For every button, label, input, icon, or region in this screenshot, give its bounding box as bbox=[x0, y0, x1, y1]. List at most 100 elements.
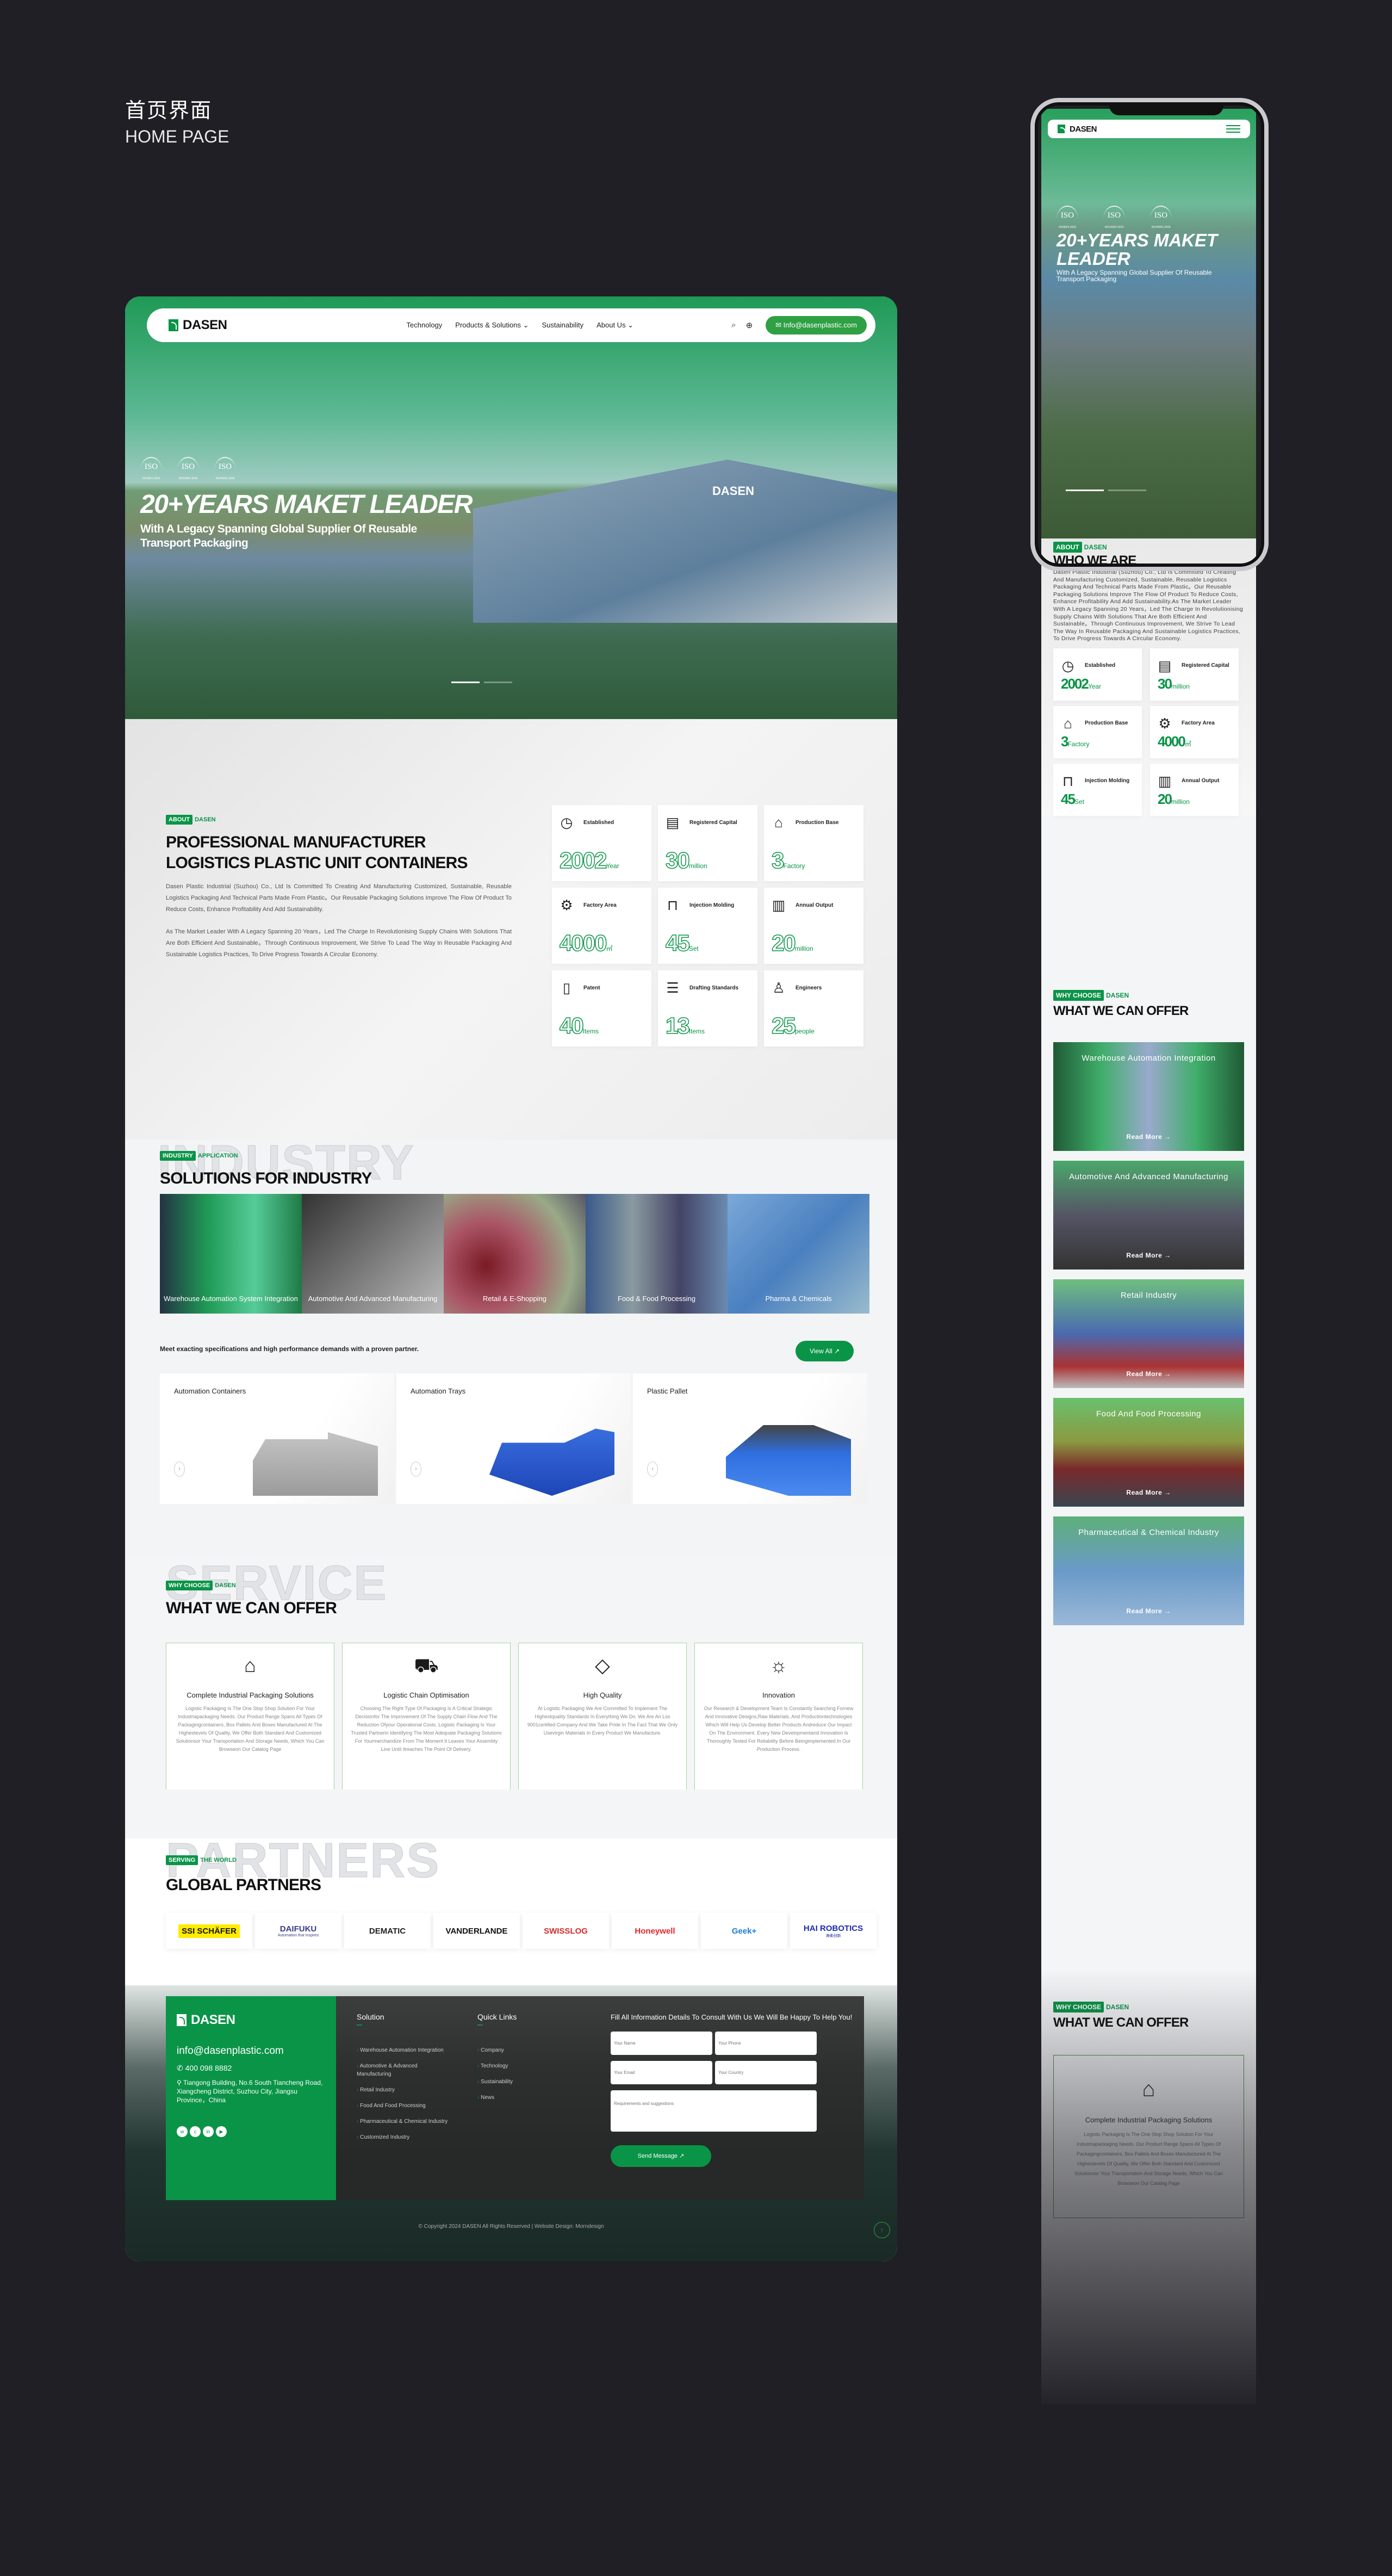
linkedin-icon[interactable]: in bbox=[203, 2126, 214, 2137]
industry-card[interactable]: Automotive And Advanced Manufacturing Rea… bbox=[1053, 1161, 1244, 1270]
footer-link[interactable]: Company bbox=[477, 2046, 570, 2054]
slider-dot[interactable] bbox=[484, 682, 512, 683]
industry-panel[interactable]: Warehouse Automation System Integration bbox=[160, 1194, 302, 1314]
stats-grid: ◷ Established 2002Year ▤ Registered Capital 3… bbox=[552, 805, 863, 1046]
nav-products[interactable]: Products & Solutions ⌄ bbox=[455, 321, 529, 330]
footer-link[interactable]: Sustainability bbox=[477, 2078, 570, 2086]
hero-title: 20+YEARS MAKET LEADER bbox=[140, 490, 473, 519]
chevron-right-icon[interactable]: › bbox=[647, 1462, 658, 1477]
email-label: Info@dasenplastic.com bbox=[783, 321, 857, 329]
industry-panel[interactable]: Retail & E-Shopping bbox=[444, 1194, 586, 1314]
footer-link[interactable]: Customized Industry bbox=[357, 2133, 449, 2141]
footer-link[interactable]: Retail Industry bbox=[357, 2086, 449, 2094]
industry-panel[interactable]: Pharma & Chemicals bbox=[728, 1194, 869, 1314]
tag-secondary: APPLICATION bbox=[197, 1153, 238, 1159]
about-title-2: LOGISTICS PLASTIC UNIT CONTAINERS bbox=[166, 854, 468, 872]
search-icon[interactable]: ⌕ bbox=[731, 320, 736, 330]
product-card[interactable]: Automation Containers › bbox=[160, 1373, 394, 1504]
card-text: Logistic Packaging Is The One Stop Shop … bbox=[176, 1706, 325, 1752]
footer-email[interactable]: info@dasenplastic.com bbox=[177, 2045, 325, 2057]
industry-card[interactable]: Food And Food Processing Read More → bbox=[1053, 1398, 1244, 1507]
footer-logo[interactable]: DASEN bbox=[177, 2013, 325, 2028]
footer: DASEN info@dasenplastic.com ✆ 400 098 88… bbox=[125, 1985, 897, 2262]
offer-card[interactable]: ◇ High Quality At Logistic Packaging We Ar… bbox=[518, 1643, 687, 1789]
industry-panel[interactable]: Food & Food Processing bbox=[586, 1194, 728, 1314]
social-links: w c in ▶ bbox=[177, 2126, 325, 2137]
wechat-icon[interactable]: c bbox=[190, 2126, 201, 2137]
partners-section: PARTNERS SERVING THE WORLD GLOBAL PARTNER… bbox=[125, 1834, 897, 1985]
about-text: Dasen Plastic Industrial (Suzhou) Co., L… bbox=[1053, 569, 1244, 642]
phone-field[interactable] bbox=[715, 2032, 817, 2055]
footer-link[interactable]: Warehouse Automation Integration bbox=[357, 2046, 449, 2054]
name-field[interactable] bbox=[611, 2032, 712, 2055]
iso-code: ISO9001:2015 bbox=[142, 477, 160, 480]
nav-about[interactable]: About Us ⌄ bbox=[596, 321, 633, 330]
industry-panel[interactable]: Automotive And Advanced Manufacturing bbox=[302, 1194, 444, 1314]
about-paragraph-2: As The Market Leader With A Legacy Spann… bbox=[166, 928, 512, 958]
back-to-top-button[interactable]: ↑ bbox=[874, 2222, 890, 2238]
country-field[interactable] bbox=[715, 2061, 817, 2084]
warehouse-image bbox=[473, 460, 897, 623]
read-more-link[interactable]: Read More → bbox=[1053, 1488, 1244, 1497]
slider-dot[interactable] bbox=[451, 682, 480, 683]
stat-unit: ㎡ bbox=[1184, 740, 1191, 748]
offer-card[interactable]: ☼ Innovation Our Research & Development Te… bbox=[694, 1643, 863, 1789]
email-button[interactable]: ✉ Info@dasenplastic.com bbox=[766, 316, 867, 335]
address-text: Tiangong Building, No.6 South Tiancheng … bbox=[177, 2079, 323, 2104]
stat-unit: Year bbox=[606, 862, 619, 870]
footer-link[interactable]: Technology bbox=[477, 2062, 570, 2070]
footer-phone: ✆ 400 098 8882 bbox=[177, 2064, 325, 2073]
phone-frame bbox=[1030, 98, 1269, 571]
stat-unit: people bbox=[794, 1027, 815, 1035]
email-field[interactable] bbox=[611, 2061, 712, 2084]
stat-number: 3 bbox=[1061, 733, 1069, 750]
nav-sustainability[interactable]: Sustainability bbox=[542, 321, 583, 330]
about-section: ABOUT DASEN PROFESSIONAL MANUFACTURER LOG… bbox=[125, 719, 897, 1140]
stat-unit: Set bbox=[688, 945, 699, 952]
view-all-button[interactable]: View All ↗ bbox=[796, 1341, 854, 1361]
product-card[interactable]: Automation Trays › bbox=[396, 1373, 631, 1504]
slider-dots[interactable] bbox=[451, 682, 512, 683]
footer-link[interactable]: News bbox=[477, 2094, 570, 2102]
page-title-zh: 首页界面 bbox=[125, 98, 213, 122]
read-more-link[interactable]: Read More → bbox=[1053, 1370, 1244, 1378]
read-more-link[interactable]: Read More → bbox=[1053, 1251, 1244, 1260]
chevron-right-icon[interactable]: › bbox=[174, 1462, 185, 1477]
read-more-link[interactable]: Read More → bbox=[1053, 1607, 1244, 1615]
partner-name: Honeywell bbox=[635, 1926, 675, 1936]
footer-link[interactable]: Food And Food Processing bbox=[357, 2102, 449, 2110]
footer-col-title: Solution bbox=[357, 2013, 384, 2021]
nav-technology[interactable]: Technology bbox=[407, 321, 443, 330]
logo-text: DASEN bbox=[191, 2013, 235, 2027]
product-title: Plastic Pallet bbox=[647, 1387, 688, 1395]
desktop-mockup: DASEN DASEN Technology Products & Soluti… bbox=[125, 296, 897, 2262]
industry-card[interactable]: Warehouse Automation Integration Read Mor… bbox=[1053, 1042, 1244, 1151]
stat-unit: Items bbox=[582, 1027, 599, 1035]
factory-icon: ⌂ bbox=[774, 814, 783, 831]
message-field[interactable] bbox=[611, 2090, 817, 2132]
standards-icon: ☰ bbox=[666, 980, 679, 996]
offer-card[interactable]: ⌂ Complete Industrial Packaging Solutions… bbox=[166, 1643, 334, 1789]
offer-card[interactable]: ⛟ Logistic Chain Optimisation Choosing The… bbox=[342, 1643, 511, 1789]
chevron-right-icon[interactable]: › bbox=[411, 1462, 421, 1477]
whatsapp-icon[interactable]: w bbox=[177, 2126, 188, 2137]
industry-card[interactable]: Retail Industry Read More → bbox=[1053, 1279, 1244, 1388]
logo-mark-icon bbox=[169, 319, 178, 331]
tag-secondary: THE WORLD bbox=[200, 1857, 237, 1863]
industry-card[interactable]: Pharmaceutical & Chemical Industry Read M… bbox=[1053, 1516, 1244, 1625]
send-message-button[interactable]: Send Message ↗ bbox=[611, 2145, 711, 2167]
logo[interactable]: DASEN bbox=[169, 318, 227, 333]
mobile-about: ABOUT DASEN WHO WE ARE Dasen Plastic Indu… bbox=[1041, 538, 1256, 816]
partner-name: DAIFUKU bbox=[279, 1924, 317, 1934]
footer-link[interactable]: Automotive & Advanced Manufacturing bbox=[357, 2062, 449, 2078]
solutions-heading: INDUSTRY APPLICATION SOLUTIONS FOR INDUST… bbox=[160, 1150, 372, 1189]
footer-link[interactable]: Pharmaceutical & Chemical Industry bbox=[357, 2117, 449, 2126]
youtube-icon[interactable]: ▶ bbox=[216, 2126, 227, 2137]
product-card[interactable]: Plastic Pallet › bbox=[633, 1373, 867, 1504]
partners-heading: SERVING THE WORLD GLOBAL PARTNERS bbox=[166, 1855, 321, 1896]
globe-icon[interactable]: ⊕ bbox=[746, 320, 753, 330]
partner-logo: Honeywell bbox=[612, 1913, 698, 1949]
stat-number: 40 bbox=[559, 1012, 584, 1039]
read-more-link[interactable]: Read More → bbox=[1053, 1132, 1244, 1141]
stat-value: 40Items bbox=[559, 1012, 599, 1039]
